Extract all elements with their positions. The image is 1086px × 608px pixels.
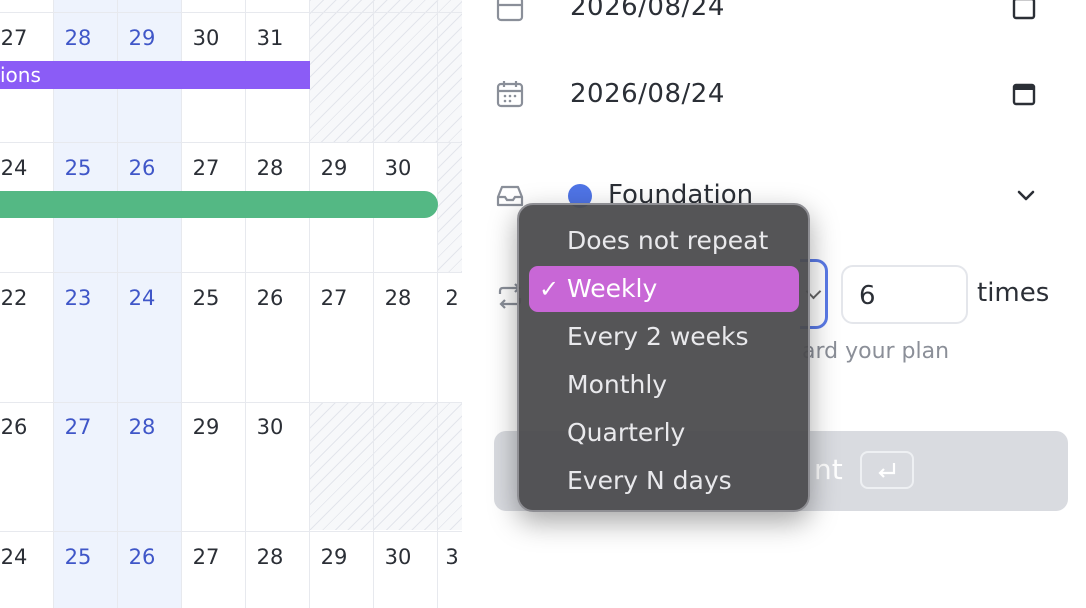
day-cell[interactable]: 24 — [0, 544, 46, 570]
day-cell[interactable]: 26 — [110, 155, 174, 181]
menu-item-label: Quarterly — [567, 418, 686, 447]
date-picker-icon[interactable] — [1010, 0, 1038, 22]
out-of-month-cell — [310, 0, 462, 142]
repeat-dropdown-menu: Does not repeat ✓ Weekly Every 2 weeks M… — [517, 203, 810, 512]
day-cell[interactable]: 30 — [238, 414, 302, 440]
menu-item-monthly[interactable]: Monthly — [529, 362, 799, 408]
calendar-icon — [496, 81, 524, 108]
day-cell[interactable]: 25 — [174, 285, 238, 311]
menu-item-does-not-repeat[interactable]: Does not repeat — [529, 218, 799, 264]
repeat-hint: ard your plan — [802, 339, 950, 364]
menu-item-quarterly[interactable]: Quarterly — [529, 410, 799, 456]
menu-item-label: Weekly — [567, 274, 658, 303]
day-cell[interactable]: 27 — [174, 155, 238, 181]
date-picker-icon[interactable] — [1010, 80, 1038, 108]
day-cell[interactable]: 29 — [302, 155, 366, 181]
enter-key-hint — [860, 451, 914, 489]
start-date-field[interactable]: 2026/08/24 — [570, 0, 725, 22]
day-cell[interactable]: 28 — [238, 155, 302, 181]
menu-item-label: Monthly — [567, 370, 668, 399]
day-cell[interactable]: 29 — [302, 544, 366, 570]
calendar-icon — [496, 0, 524, 22]
day-cell[interactable]: 27 — [302, 285, 366, 311]
menu-item-label: Does not repeat — [567, 226, 769, 255]
end-date-field[interactable]: 2026/08/24 — [570, 79, 725, 109]
return-icon — [878, 463, 896, 478]
menu-item-every-2-weeks[interactable]: Every 2 weeks — [529, 314, 799, 360]
day-cell[interactable]: 25 — [46, 544, 110, 570]
event-label: ions — [0, 63, 41, 87]
day-cell[interactable]: 27 — [174, 544, 238, 570]
day-cell[interactable]: 28 — [46, 25, 110, 51]
repeat-count-input[interactable]: 6 — [841, 265, 968, 324]
day-cell[interactable]: 28 — [238, 544, 302, 570]
submit-label: nt — [814, 453, 843, 486]
day-cell[interactable]: 28 — [110, 414, 174, 440]
event-bar-green[interactable] — [0, 191, 438, 218]
day-cell[interactable]: 23 — [46, 285, 110, 311]
out-of-month-cell — [310, 402, 462, 530]
day-cell[interactable]: 27 — [46, 414, 110, 440]
menu-item-every-n-days[interactable]: Every N days — [529, 458, 799, 504]
times-label: times — [977, 278, 1050, 308]
day-cell[interactable]: 30 — [174, 25, 238, 51]
day-cell[interactable]: 24 — [110, 285, 174, 311]
menu-item-label: Every N days — [567, 466, 732, 495]
day-cell[interactable]: 25 — [46, 155, 110, 181]
day-cell[interactable]: 29 — [174, 414, 238, 440]
event-bar-purple[interactable]: ions — [0, 61, 310, 89]
day-cell[interactable]: 26 — [238, 285, 302, 311]
day-cell[interactable]: 26 — [110, 544, 174, 570]
day-cell[interactable]: 31 — [238, 25, 302, 51]
calendar-month-view: 27 28 29 30 31 24 25 26 27 28 29 30 22 2… — [0, 0, 462, 608]
menu-item-weekly[interactable]: ✓ Weekly — [529, 266, 799, 312]
checkmark-icon: ✓ — [539, 275, 560, 303]
menu-item-label: Every 2 weeks — [567, 322, 749, 351]
day-cell[interactable]: 26 — [0, 414, 46, 440]
day-cell[interactable]: 3 — [420, 544, 462, 570]
out-of-month-cell — [438, 142, 462, 272]
day-cell[interactable]: 2 — [420, 285, 462, 311]
day-cell[interactable]: 30 — [366, 155, 430, 181]
day-cell[interactable]: 27 — [0, 25, 46, 51]
day-cell[interactable]: 22 — [0, 285, 46, 311]
day-cell[interactable]: 24 — [0, 155, 46, 181]
day-cell[interactable]: 29 — [110, 25, 174, 51]
chevron-down-icon[interactable] — [1013, 183, 1039, 209]
